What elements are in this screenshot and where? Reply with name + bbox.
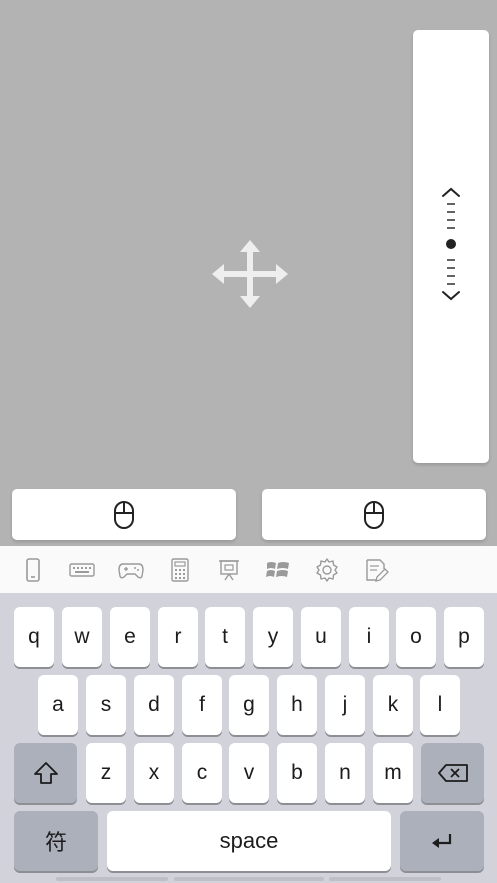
keyboard: q w e r t y u i o p a s d f g h j k l z … <box>0 593 497 883</box>
space-key[interactable]: space <box>107 811 391 871</box>
key-p[interactable]: p <box>444 607 484 667</box>
key-i[interactable]: i <box>349 607 389 667</box>
left-click-button[interactable] <box>12 489 236 540</box>
keyboard-icon[interactable] <box>69 557 95 583</box>
key-u[interactable]: u <box>301 607 341 667</box>
home-indicator <box>56 877 441 881</box>
key-e[interactable]: e <box>110 607 150 667</box>
calculator-icon[interactable] <box>167 557 193 583</box>
notes-icon[interactable] <box>363 557 389 583</box>
backspace-icon <box>437 764 468 782</box>
settings-icon[interactable] <box>314 557 340 583</box>
phone-icon[interactable] <box>20 557 46 583</box>
move-arrows-icon <box>212 240 288 308</box>
key-y[interactable]: y <box>253 607 293 667</box>
key-o[interactable]: o <box>396 607 436 667</box>
key-b[interactable]: b <box>277 743 317 803</box>
mouse-left-icon <box>114 500 134 529</box>
key-j[interactable]: j <box>325 675 365 735</box>
mode-toolbar <box>0 546 497 593</box>
scroll-strip[interactable] <box>413 30 489 463</box>
key-s[interactable]: s <box>86 675 126 735</box>
key-w[interactable]: w <box>62 607 102 667</box>
mouse-right-icon <box>364 500 384 529</box>
right-click-button[interactable] <box>262 489 486 540</box>
shift-icon <box>33 762 58 784</box>
return-key[interactable] <box>400 811 484 871</box>
shift-key[interactable] <box>14 743 77 803</box>
key-k[interactable]: k <box>373 675 413 735</box>
key-f[interactable]: f <box>182 675 222 735</box>
key-r[interactable]: r <box>158 607 198 667</box>
key-c[interactable]: c <box>182 743 222 803</box>
symbols-key[interactable]: 符 <box>14 811 98 871</box>
key-d[interactable]: d <box>134 675 174 735</box>
backspace-key[interactable] <box>421 743 484 803</box>
vertical-scroll-icon <box>442 187 460 301</box>
key-h[interactable]: h <box>277 675 317 735</box>
key-a[interactable]: a <box>38 675 78 735</box>
key-l[interactable]: l <box>420 675 460 735</box>
key-m[interactable]: m <box>373 743 413 803</box>
key-z[interactable]: z <box>86 743 126 803</box>
presentation-icon[interactable] <box>216 557 242 583</box>
gamepad-icon[interactable] <box>118 557 144 583</box>
touchpad-area[interactable] <box>0 0 497 546</box>
key-v[interactable]: v <box>229 743 269 803</box>
return-icon <box>432 834 452 848</box>
key-t[interactable]: t <box>205 607 245 667</box>
key-q[interactable]: q <box>14 607 54 667</box>
windows-icon[interactable] <box>265 557 291 583</box>
key-n[interactable]: n <box>325 743 365 803</box>
key-x[interactable]: x <box>134 743 174 803</box>
key-g[interactable]: g <box>229 675 269 735</box>
